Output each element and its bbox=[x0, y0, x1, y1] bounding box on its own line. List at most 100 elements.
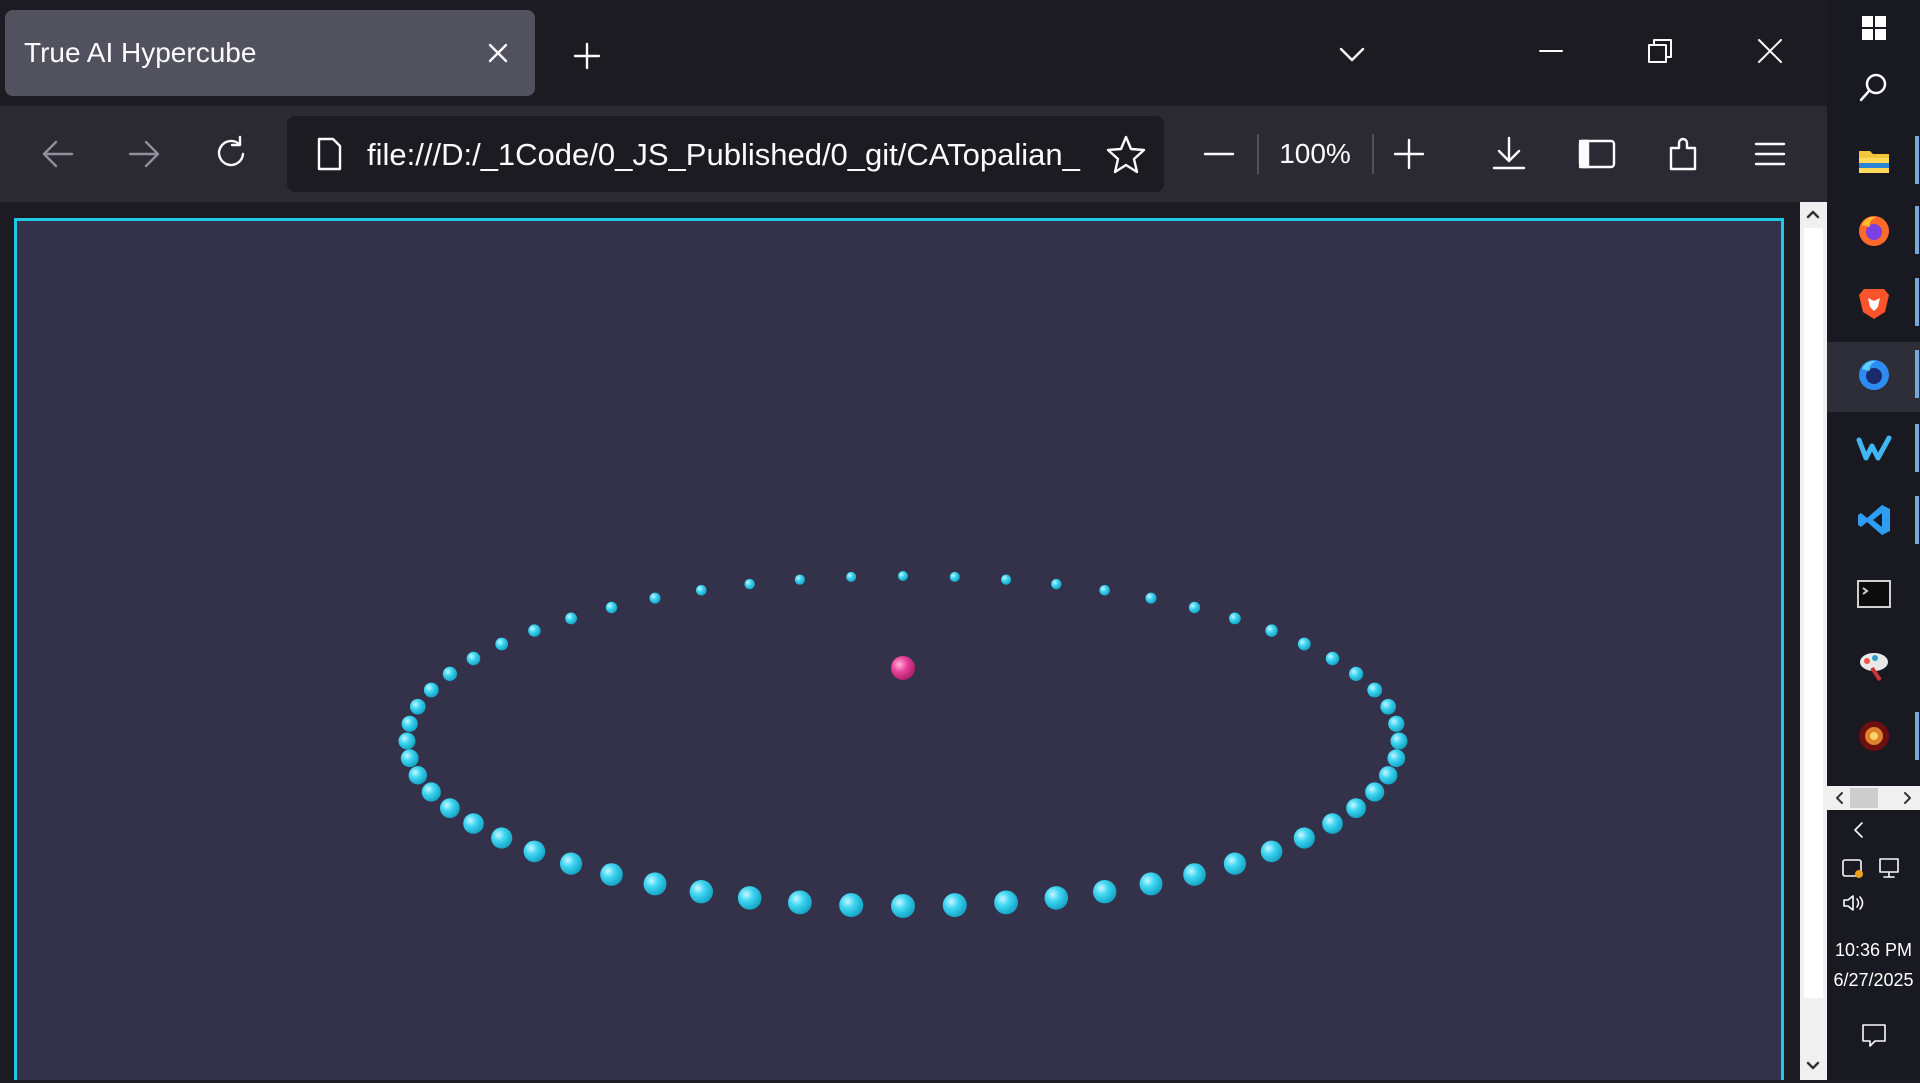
ring-node bbox=[421, 782, 441, 802]
ring-node bbox=[788, 890, 812, 915]
clock-time[interactable]: 10:36 PM bbox=[1827, 940, 1920, 961]
ring-node bbox=[1260, 840, 1283, 863]
game-icon[interactable] bbox=[1856, 718, 1892, 754]
chevron-left-icon[interactable] bbox=[1849, 820, 1869, 840]
star-icon[interactable] bbox=[1104, 132, 1148, 176]
separator bbox=[1257, 134, 1259, 174]
file-explorer-icon[interactable] bbox=[1856, 143, 1892, 179]
address-bar[interactable]: file:///D:/_1Code/0_JS_Published/0_git/C… bbox=[287, 116, 1164, 192]
ring-nodes bbox=[398, 571, 1408, 918]
ring-node bbox=[744, 578, 755, 590]
ring-node bbox=[605, 601, 618, 614]
ring-node bbox=[1349, 666, 1364, 681]
clock-date[interactable]: 6/27/2025 bbox=[1827, 970, 1920, 991]
url-text[interactable]: file:///D:/_1Code/0_JS_Published/0_git/C… bbox=[367, 116, 1087, 192]
minus-icon[interactable] bbox=[1197, 132, 1241, 176]
terminal-icon[interactable] bbox=[1856, 576, 1892, 612]
running-indicator bbox=[1915, 712, 1919, 760]
plus-icon[interactable] bbox=[567, 36, 607, 76]
ring-node bbox=[1265, 624, 1278, 637]
ring-node bbox=[466, 651, 481, 666]
search-icon[interactable] bbox=[1856, 70, 1892, 106]
tab-active[interactable]: True AI Hypercube bbox=[5, 10, 535, 96]
reload-icon[interactable] bbox=[209, 132, 253, 176]
ring-node bbox=[949, 571, 960, 582]
chevron-down-icon[interactable] bbox=[1333, 36, 1371, 74]
hamburger-icon[interactable] bbox=[1748, 132, 1792, 176]
plus-icon[interactable] bbox=[1387, 132, 1431, 176]
ring-node bbox=[1365, 782, 1385, 802]
firefox-dev-icon[interactable] bbox=[1856, 357, 1892, 393]
ring-node bbox=[1145, 592, 1157, 604]
puzzle-icon[interactable] bbox=[1662, 132, 1706, 176]
running-indicator bbox=[1915, 206, 1919, 254]
ring-node bbox=[1388, 715, 1405, 732]
ring-node bbox=[1387, 749, 1406, 768]
close-icon[interactable] bbox=[480, 35, 516, 71]
chevron-left-icon[interactable] bbox=[1832, 790, 1848, 806]
ring-node bbox=[600, 863, 623, 886]
ring-node bbox=[689, 880, 713, 904]
ring-node bbox=[400, 749, 419, 768]
scrollbar-thumb[interactable] bbox=[1804, 228, 1823, 998]
separator bbox=[1372, 134, 1374, 174]
chevron-down-icon[interactable] bbox=[1805, 1058, 1821, 1074]
ring-node bbox=[495, 637, 509, 651]
ring-node bbox=[1139, 872, 1163, 896]
ring-node bbox=[737, 886, 762, 910]
vscode-icon[interactable] bbox=[1856, 502, 1892, 538]
ring-node bbox=[401, 715, 418, 732]
running-indicator bbox=[1915, 278, 1919, 326]
file-icon bbox=[317, 137, 342, 171]
ring-node bbox=[846, 571, 857, 582]
ring-node bbox=[1325, 651, 1340, 666]
running-indicator bbox=[1915, 350, 1919, 398]
ring-node bbox=[1390, 732, 1408, 750]
ring-node bbox=[410, 698, 426, 715]
ring-node bbox=[440, 798, 460, 818]
windows-start-icon[interactable] bbox=[1860, 14, 1888, 42]
close-icon[interactable] bbox=[1753, 34, 1787, 68]
notification-icon[interactable] bbox=[1859, 1020, 1889, 1050]
ring-node bbox=[1322, 813, 1343, 834]
ring-node bbox=[839, 893, 864, 918]
ring-node bbox=[1183, 863, 1206, 886]
ring-node bbox=[1044, 886, 1069, 910]
ring-node bbox=[408, 766, 427, 785]
chevron-up-icon[interactable] bbox=[1805, 206, 1821, 222]
zoom-level[interactable]: 100% bbox=[1260, 132, 1370, 176]
download-icon[interactable] bbox=[1487, 132, 1531, 176]
ring-node bbox=[1093, 880, 1117, 904]
ring-node bbox=[398, 732, 416, 750]
sync-icon[interactable] bbox=[1840, 855, 1866, 881]
firefox-icon[interactable] bbox=[1856, 213, 1892, 249]
chevron-right-icon[interactable] bbox=[1899, 790, 1915, 806]
arrow-right-icon[interactable] bbox=[122, 132, 166, 176]
paint-icon[interactable] bbox=[1856, 648, 1892, 684]
minimize-icon[interactable] bbox=[1534, 34, 1568, 68]
ring-node bbox=[1297, 637, 1311, 651]
ring-node bbox=[649, 592, 661, 604]
running-indicator bbox=[1915, 424, 1919, 472]
node-scene bbox=[398, 571, 1408, 918]
hypercube-canvas[interactable] bbox=[14, 218, 1784, 1080]
windsurf-icon[interactable] bbox=[1856, 430, 1892, 466]
ring-node bbox=[898, 571, 908, 581]
volume-icon[interactable] bbox=[1840, 890, 1866, 916]
center-node bbox=[891, 656, 915, 680]
ring-node bbox=[423, 682, 439, 698]
ring-node bbox=[1001, 574, 1012, 585]
brave-icon[interactable] bbox=[1856, 285, 1892, 321]
ring-node bbox=[528, 624, 541, 637]
restore-icon[interactable] bbox=[1643, 34, 1677, 68]
sidebar-icon[interactable] bbox=[1575, 132, 1619, 176]
ring-node bbox=[942, 893, 967, 918]
ring-node bbox=[442, 666, 457, 681]
arrow-left-icon[interactable] bbox=[36, 132, 80, 176]
ring-node bbox=[1051, 578, 1062, 590]
taskbar-scroll-thumb[interactable] bbox=[1850, 788, 1878, 808]
ring-node bbox=[794, 574, 806, 585]
network-icon[interactable] bbox=[1876, 855, 1902, 881]
ring-node bbox=[1367, 682, 1383, 698]
ring-node bbox=[1223, 852, 1246, 875]
